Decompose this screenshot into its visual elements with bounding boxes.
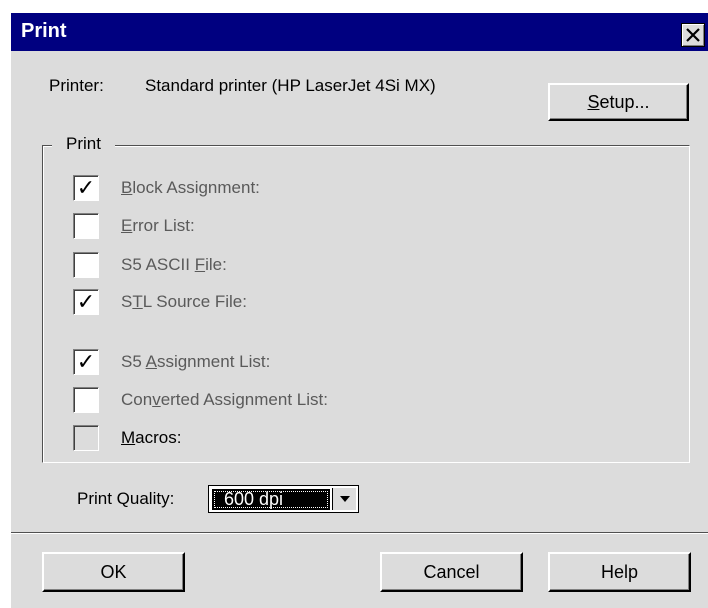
dropdown-button[interactable] — [332, 488, 356, 510]
print-quality-value: 600 dpi — [212, 489, 330, 510]
s5-ascii-file-checkbox[interactable] — [73, 252, 99, 278]
print-quality-dropdown[interactable]: 600 dpi — [208, 485, 359, 513]
printer-name: Standard printer (HP LaserJet 4Si MX) — [145, 76, 436, 95]
check-icon: ✓ — [76, 175, 96, 200]
stl-source-file-checkbox[interactable]: ✓ — [73, 289, 99, 315]
s5-assignment-list-checkbox[interactable]: ✓ — [73, 349, 99, 375]
window-title: Print — [21, 20, 67, 42]
setup-button-label: Setup... — [587, 91, 650, 112]
converted-assignment-list-label: Converted Assignment List: — [121, 390, 328, 409]
help-button-label: Help — [600, 561, 639, 582]
error-list-label: Error List: — [121, 216, 195, 235]
close-icon — [686, 28, 700, 42]
cancel-button-label: Cancel — [423, 561, 480, 582]
s5-assignment-list-label: S5 Assignment List: — [121, 352, 271, 371]
cancel-button[interactable]: Cancel — [380, 552, 523, 592]
title-bar: Print — [11, 13, 708, 51]
separator-highlight — [11, 533, 708, 534]
macros-checkbox[interactable] — [73, 425, 99, 451]
print-quality-label: Print Quality: — [77, 489, 175, 508]
error-list-checkbox[interactable] — [73, 213, 99, 239]
setup-button[interactable]: Setup... — [548, 83, 689, 121]
block-assignment-label: Block Assignment: — [121, 178, 260, 197]
close-button[interactable] — [681, 23, 705, 47]
macros-label: Macros: — [121, 428, 182, 447]
dropdown-arrow-icon — [339, 496, 350, 502]
check-icon: ✓ — [76, 289, 96, 314]
print-group-legend: Print — [52, 134, 115, 154]
block-assignment-checkbox[interactable]: ✓ — [73, 175, 99, 201]
help-button[interactable]: Help — [548, 552, 691, 592]
s5-ascii-file-label: S5 ASCII File: — [121, 255, 227, 274]
stl-source-file-label: STL Source File: — [121, 292, 247, 311]
ok-button[interactable]: OK — [42, 552, 185, 592]
printer-label: Printer: — [49, 76, 104, 95]
check-icon: ✓ — [76, 349, 96, 374]
ok-button-label: OK — [100, 561, 127, 582]
converted-assignment-list-checkbox[interactable] — [73, 387, 99, 413]
